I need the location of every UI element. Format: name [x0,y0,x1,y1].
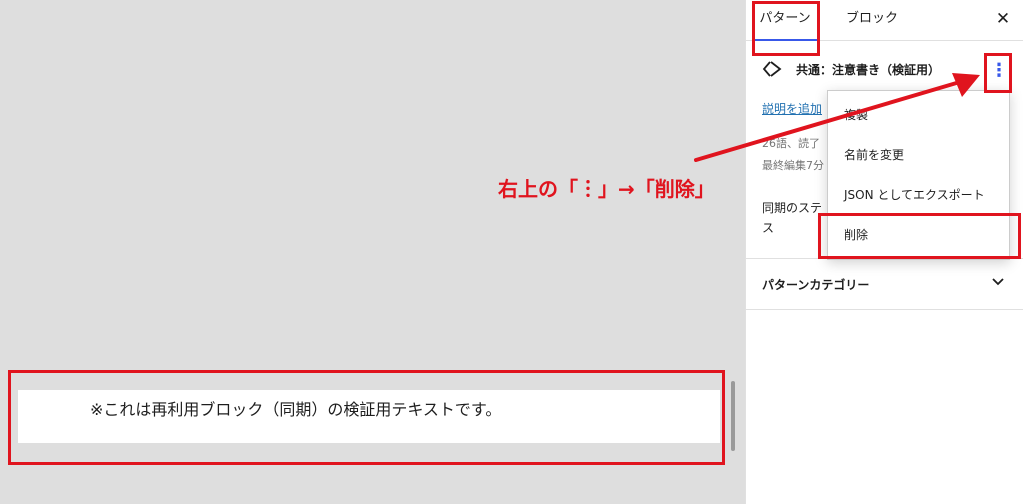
sync-status-label: 同期のステ [762,201,823,215]
symbol-icon [762,61,782,77]
chevron-down-icon [992,278,1004,286]
pattern-title: 共通：注意書き（検証用） [796,63,941,77]
more-options-button[interactable]: ⋮ [990,58,1008,84]
menu-item-duplicate[interactable]: 複製 [828,97,1009,133]
pattern-category-panel[interactable]: パターンカテゴリー [746,259,1023,310]
reusable-block[interactable]: ※これは再利用ブロック（同期）の検証用テキストです。 [18,390,720,443]
more-vertical-icon: ⋮ [990,60,1008,81]
menu-item-rename[interactable]: 名前を変更 [828,137,1009,173]
sync-status-label-cont: ス [762,221,775,235]
word-count-text: 26語、読了 [762,137,820,150]
add-description-link[interactable]: 説明を追加 [762,100,822,117]
block-text[interactable]: ※これは再利用ブロック（同期）の検証用テキストです。 [90,396,501,420]
menu-item-export-json[interactable]: JSON としてエクスポート [828,177,1009,213]
close-icon: ✕ [995,9,1011,29]
options-menu: 複製 名前を変更 JSON としてエクスポート 削除 [827,90,1010,260]
sidebar-tabs: パターン ブロック ✕ [746,0,1023,41]
pattern-header: 共通：注意書き（検証用） [762,58,992,80]
editor-canvas: ※これは再利用ブロック（同期）の検証用テキストです。 [0,0,745,504]
tab-block[interactable]: ブロック [846,0,898,41]
annotation-instruction: 右上の「︙」→「削除」 [498,177,715,201]
last-edited-text: 最終編集7分 [762,159,824,172]
tab-pattern[interactable]: パターン [752,0,818,41]
menu-item-delete[interactable]: 削除 [828,217,1009,253]
canvas-scrollbar[interactable] [731,381,735,451]
pattern-category-title: パターンカテゴリー [762,278,870,292]
close-sidebar-button[interactable]: ✕ [992,7,1014,31]
